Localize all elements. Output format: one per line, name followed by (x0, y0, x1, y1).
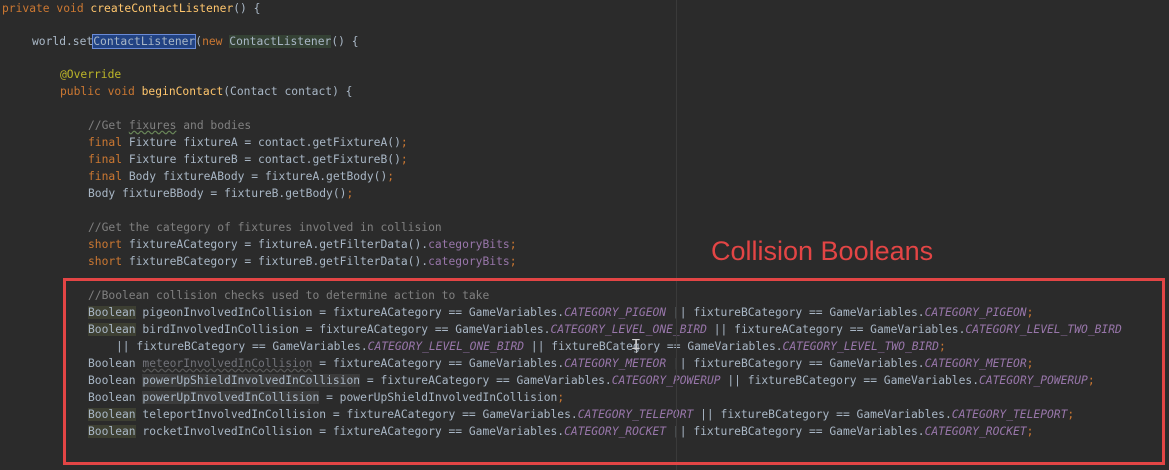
code-token: fixures (128, 119, 177, 132)
code-token: and bodies (176, 119, 252, 132)
code-token: world.set (32, 35, 94, 48)
code-line[interactable]: public void beginContact(Contact contact… (60, 83, 352, 100)
code-line[interactable]: final Body fixtureABody = fixtureA.getBo… (88, 168, 394, 185)
code-line[interactable]: //Get the category of fixtures involved … (88, 219, 442, 236)
code-token: (Contact contact) { (223, 85, 353, 98)
code-token: //Get the category of fixtures involved … (88, 221, 442, 234)
code-token: final (88, 170, 129, 183)
code-token: //Get (88, 119, 129, 132)
code-token: fixtureBCategory = fixtureB.getFilterDat… (128, 255, 429, 268)
code-token: fixtureACategory = fixtureA.getFilterDat… (128, 238, 429, 251)
callout-label: Collision Booleans (711, 236, 934, 266)
code-token: @Override (60, 68, 122, 81)
code-token: ContactListener (229, 35, 332, 48)
code-token: ; (509, 255, 517, 268)
code-token: categoryBits (428, 255, 510, 268)
code-token: ; (509, 238, 517, 251)
code-token: ; (400, 136, 408, 149)
code-token: () { (331, 35, 359, 48)
callout-highlight-box (63, 278, 1165, 465)
code-token: Fixture fixtureB = contact.getFixtureB() (128, 153, 401, 166)
code-token: Fixture fixtureA = contact.getFixtureA() (128, 136, 401, 149)
code-token: ; (346, 187, 354, 200)
code-token: createContactListener (90, 2, 234, 15)
code-token: Body fixtureBBody = fixtureB.getBody() (88, 187, 347, 200)
code-token: final (88, 153, 129, 166)
code-token: beginContact (141, 85, 224, 98)
code-token: categoryBits (428, 238, 510, 251)
code-line[interactable]: short fixtureACategory = fixtureA.getFil… (88, 236, 517, 253)
code-token: public void (60, 85, 142, 98)
code-token: ; (387, 170, 395, 183)
code-token: Body fixtureABody = fixtureA.getBody() (128, 170, 388, 183)
code-line[interactable]: @Override (60, 66, 121, 83)
code-line[interactable]: //Get fixures and bodies (88, 117, 251, 134)
code-line[interactable]: final Fixture fixtureA = contact.getFixt… (88, 134, 408, 151)
code-token: private void (2, 2, 91, 15)
code-token: ; (400, 153, 408, 166)
code-line[interactable]: private void createContactListener() { (2, 0, 260, 17)
code-line[interactable]: final Fixture fixtureB = contact.getFixt… (88, 151, 408, 168)
code-token: final (88, 136, 129, 149)
code-line[interactable]: Body fixtureBBody = fixtureB.getBody(); (88, 185, 353, 202)
code-token: ContactListener (92, 34, 197, 49)
code-token: () { (233, 2, 261, 15)
code-token: new (202, 35, 230, 48)
code-token: short (88, 255, 129, 268)
code-line[interactable]: world.setContactListener(new ContactList… (32, 33, 359, 50)
code-line[interactable]: short fixtureBCategory = fixtureB.getFil… (88, 253, 517, 270)
code-token: short (88, 238, 129, 251)
